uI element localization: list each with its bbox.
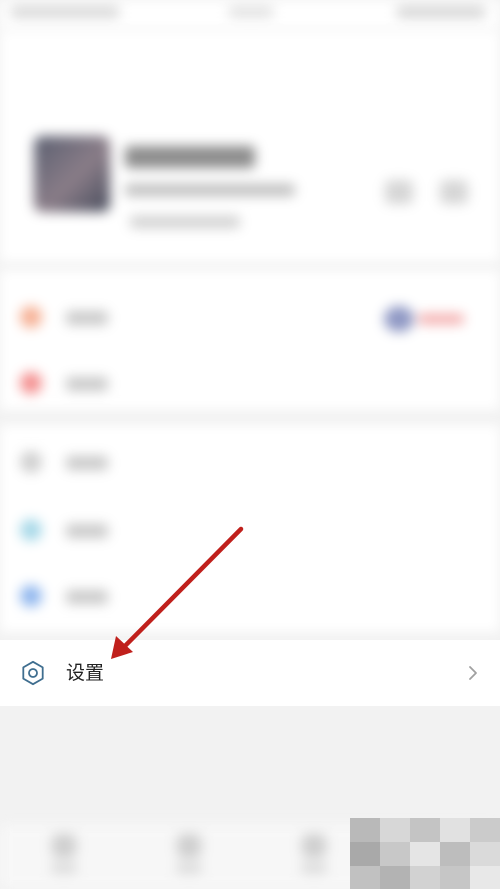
tab-discover[interactable] [295,834,331,880]
carrier-signal [10,6,120,18]
list-item-label [66,377,108,391]
chevron-right-icon[interactable] [440,180,468,204]
tab-label [176,864,202,873]
compass-icon [302,834,326,858]
pixelated-mask [350,818,500,889]
favorites-icon [20,372,42,394]
list-item[interactable] [0,431,500,491]
list-item-label [66,311,108,325]
badge-text [418,314,464,324]
list-item[interactable] [0,352,500,412]
settings-row[interactable]: 设置 [0,640,500,706]
settings-label: 设置 [66,662,105,684]
tab-chats[interactable] [45,834,81,880]
list-item-label [66,524,108,538]
service-icon [20,306,42,328]
profile-header[interactable] [0,30,500,262]
profile-status[interactable] [130,216,240,228]
tab-contacts[interactable] [170,834,206,880]
stickers-icon [20,585,42,607]
tab-label [51,864,77,873]
menu-group-1 [0,270,500,410]
chevron-right-icon [469,666,477,680]
battery-indicator [396,6,486,18]
profile-name [125,146,255,168]
list-item[interactable] [0,499,500,559]
qr-code-icon[interactable] [385,180,413,204]
menu-group-2 [0,425,500,632]
profile-account-id [125,184,295,196]
list-item[interactable] [0,286,500,346]
status-bar [0,0,500,30]
clock [228,7,274,17]
list-item-label [66,456,108,470]
cards-icon [20,519,42,541]
tab-label [301,864,327,873]
gear-icon [22,660,44,686]
moments-icon [20,451,42,473]
list-item[interactable] [0,565,500,625]
app-screen: 设置 [0,0,500,889]
avatar[interactable] [34,136,110,212]
list-item-label [66,590,108,604]
chat-icon [52,834,76,858]
contacts-icon [177,834,201,858]
badge-avatar [384,306,414,332]
